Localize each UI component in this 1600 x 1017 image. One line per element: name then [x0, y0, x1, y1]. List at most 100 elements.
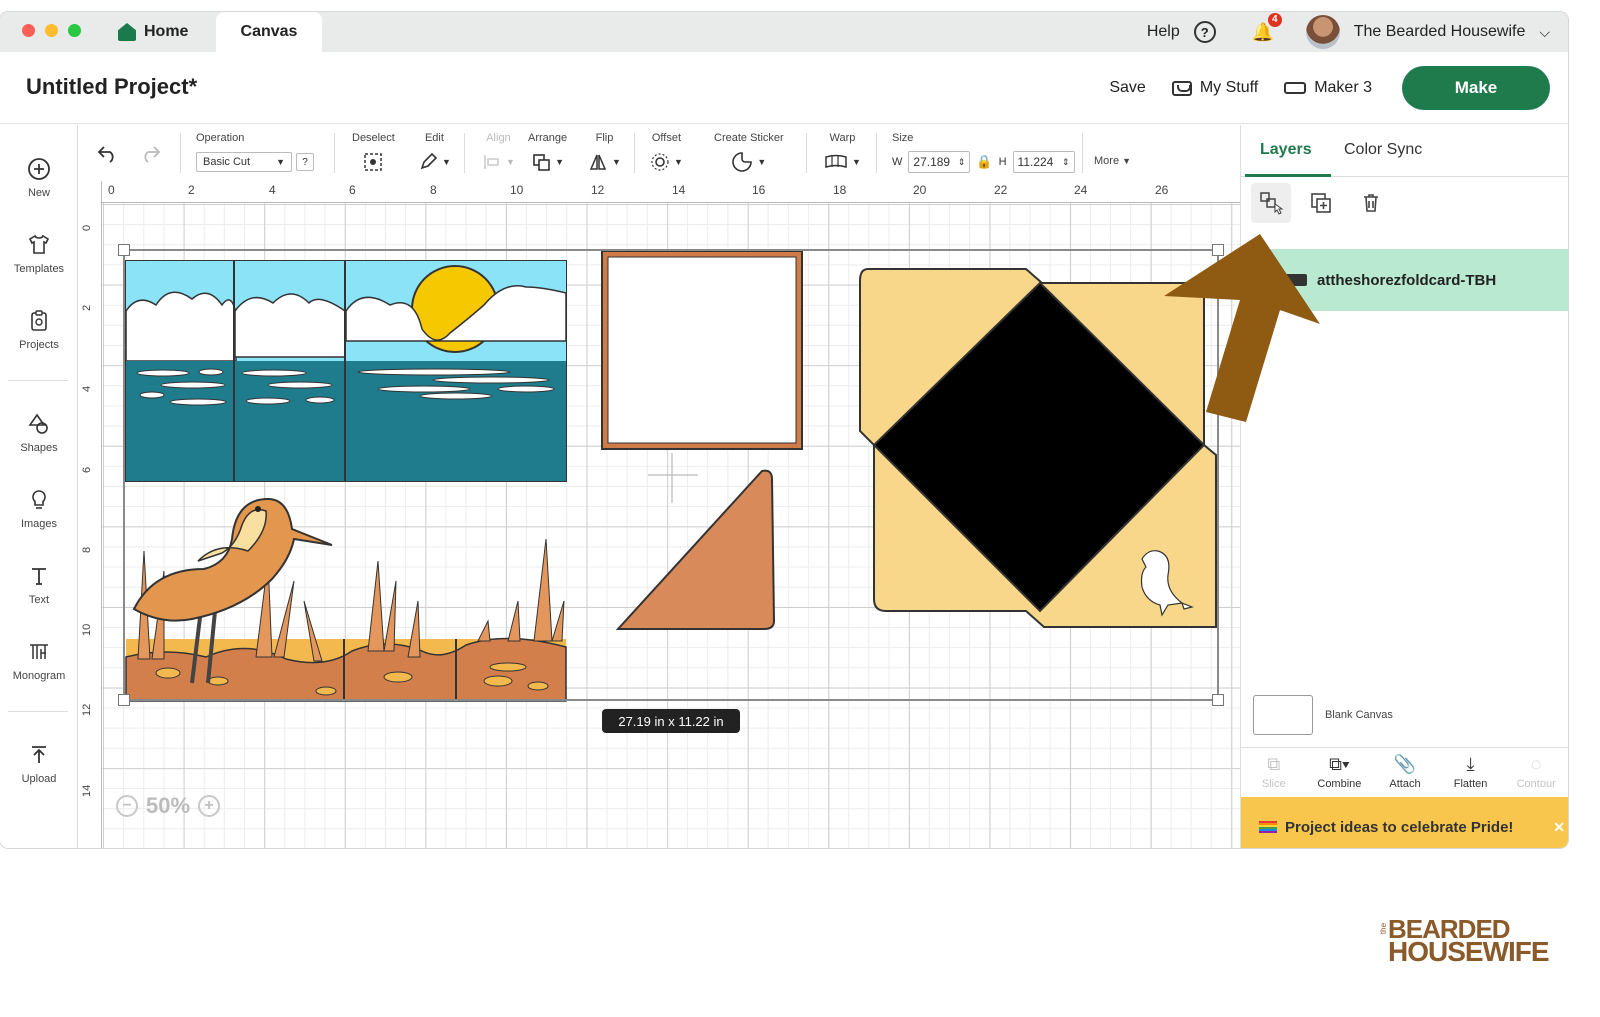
height-value: 11.224	[1017, 155, 1054, 169]
operation-value: Basic Cut	[203, 156, 251, 168]
sidebar-divider	[8, 380, 68, 381]
tab-layers[interactable]: Layers	[1260, 141, 1312, 159]
sidebar-item-projects[interactable]: Projects	[0, 309, 78, 351]
width-input[interactable]: 27.189 ⇕	[908, 151, 971, 173]
flip-button[interactable]: Flip ▼	[588, 132, 621, 173]
slice-icon: ⧉	[1267, 754, 1281, 774]
user-name[interactable]: The Bearded Housewife	[1354, 23, 1526, 41]
redo-button[interactable]	[138, 143, 162, 163]
more-button[interactable]: More ▼	[1094, 155, 1131, 167]
sidebar-item-label: Monogram	[12, 670, 66, 682]
operation-help-button[interactable]: ?	[296, 153, 314, 171]
my-stuff-button[interactable]: My Stuff	[1171, 79, 1258, 97]
chevron-down-icon[interactable]: ⌵	[1539, 24, 1550, 41]
contour-label: Contour	[1516, 778, 1556, 790]
height-input[interactable]: 11.224 ⇕	[1012, 151, 1075, 173]
sidebar-item-images[interactable]: Images	[0, 488, 78, 530]
project-header: Untitled Project* Save My Stuff Maker 3 …	[0, 52, 1568, 124]
project-title[interactable]: Untitled Project*	[26, 74, 197, 100]
save-button[interactable]: Save	[1109, 79, 1145, 97]
warp-button[interactable]: Warp ▼	[824, 132, 861, 173]
machine-icon	[1284, 82, 1307, 94]
close-window-button[interactable]	[22, 24, 35, 37]
logo-line-2: HOUSEWIFE	[1388, 936, 1550, 967]
close-icon[interactable]: ✕	[1553, 819, 1565, 836]
sticker-icon	[732, 152, 753, 172]
edit-label: Edit	[424, 132, 444, 144]
notification-badge: 4	[1267, 13, 1282, 27]
align-button[interactable]: Align ▼	[482, 132, 515, 173]
avatar[interactable]	[1305, 15, 1340, 49]
undo-button[interactable]	[96, 143, 120, 163]
plus-circle-icon	[28, 158, 50, 180]
lightbulb-icon	[32, 490, 46, 509]
redo-icon	[144, 146, 161, 163]
arrange-icon	[533, 154, 550, 171]
edit-button[interactable]: Edit ▼	[418, 132, 451, 173]
sidebar-item-label: Text	[28, 594, 50, 606]
operation-label: Operation	[196, 132, 245, 144]
caret-down-icon: ▼	[506, 157, 515, 167]
width-label: W	[892, 156, 903, 168]
resize-handle[interactable]	[118, 244, 130, 256]
deselect-label: Deselect	[352, 132, 395, 144]
rainbow-flag-icon	[1259, 821, 1277, 833]
offset-button[interactable]: Offset ▼	[650, 132, 683, 173]
logo-small-text: the	[1379, 922, 1389, 935]
promo-banner[interactable]: Project ideas to celebrate Pride! ✕	[1241, 797, 1568, 848]
slice-button[interactable]: ⧉ Slice	[1241, 748, 1307, 797]
help-icon[interactable]: ?	[1193, 21, 1216, 43]
active-tab-indicator	[1245, 174, 1331, 177]
machine-select-button[interactable]: Maker 3	[1284, 79, 1372, 97]
contour-button[interactable]: ◌ Contour	[1503, 748, 1568, 797]
tab-home[interactable]: Home	[104, 12, 216, 52]
toolbar-separator	[634, 133, 635, 173]
sidebar-item-templates[interactable]: Templates	[0, 233, 78, 275]
zoom-control: − 50% +	[116, 793, 221, 819]
warp-icon	[825, 154, 847, 169]
left-sidebar: New Templates Projects Shapes Images Tex…	[0, 125, 78, 848]
account-area: Help ? 🔔 4 The Bearded Housewife ⌵	[1147, 12, 1550, 52]
attach-button[interactable]: 📎 Attach	[1372, 748, 1438, 797]
caret-down-icon: ▼	[674, 157, 683, 167]
offset-icon	[651, 153, 669, 171]
tab-color-sync[interactable]: Color Sync	[1344, 141, 1422, 159]
combine-button[interactable]: ⧉▾ Combine	[1307, 748, 1373, 797]
lock-icon[interactable]: 🔒	[976, 154, 992, 170]
notifications-button[interactable]: 🔔 4	[1252, 13, 1282, 43]
sidebar-item-shapes[interactable]: Shapes	[0, 412, 78, 454]
pen-icon	[420, 152, 438, 170]
annotation-arrow	[1164, 234, 1320, 422]
minimize-window-button[interactable]	[45, 24, 58, 37]
zoom-out-button[interactable]: −	[116, 795, 138, 817]
stepper-icon[interactable]: ⇕	[1062, 157, 1070, 168]
design-canvas[interactable]: 0 2 4 6 8 10 12 14 16 18 20 22 24 26 0 2…	[78, 181, 1240, 848]
help-link[interactable]: Help	[1147, 23, 1180, 41]
delete-button[interactable]	[1351, 183, 1391, 223]
selection-box[interactable]	[118, 244, 1224, 706]
height-label: H	[998, 156, 1007, 168]
create-sticker-button[interactable]: Create Sticker ▼	[714, 132, 784, 173]
undo-icon	[97, 146, 114, 163]
sidebar-item-new[interactable]: New	[0, 157, 78, 199]
resize-handle[interactable]	[1212, 694, 1224, 706]
maximize-window-button[interactable]	[68, 24, 81, 37]
sidebar-item-monogram[interactable]: Monogram	[0, 640, 78, 682]
arrange-button[interactable]: Arrange ▼	[528, 132, 567, 173]
stepper-icon[interactable]: ⇕	[958, 157, 966, 168]
blank-canvas-row[interactable]: Blank Canvas	[1253, 695, 1393, 735]
arrange-label: Arrange	[528, 132, 568, 144]
make-button[interactable]: Make	[1402, 66, 1550, 110]
flatten-button[interactable]: ⤓ Flatten	[1438, 748, 1504, 797]
tab-canvas[interactable]: Canvas	[216, 12, 322, 52]
deselect-button[interactable]: Deselect	[352, 132, 395, 173]
deselect-icon	[364, 153, 383, 171]
resize-handle[interactable]	[118, 694, 130, 706]
size-group: Size W 27.189 ⇕ 🔒 H 11.224 ⇕	[892, 132, 1075, 173]
zoom-in-button[interactable]: +	[198, 795, 221, 817]
blank-canvas-swatch[interactable]	[1253, 695, 1313, 735]
operation-select[interactable]: Basic Cut ▼	[196, 152, 292, 172]
sidebar-item-text[interactable]: Text	[0, 564, 78, 606]
sidebar-item-upload[interactable]: Upload	[0, 743, 78, 785]
caret-down-icon: ▼	[612, 157, 621, 167]
